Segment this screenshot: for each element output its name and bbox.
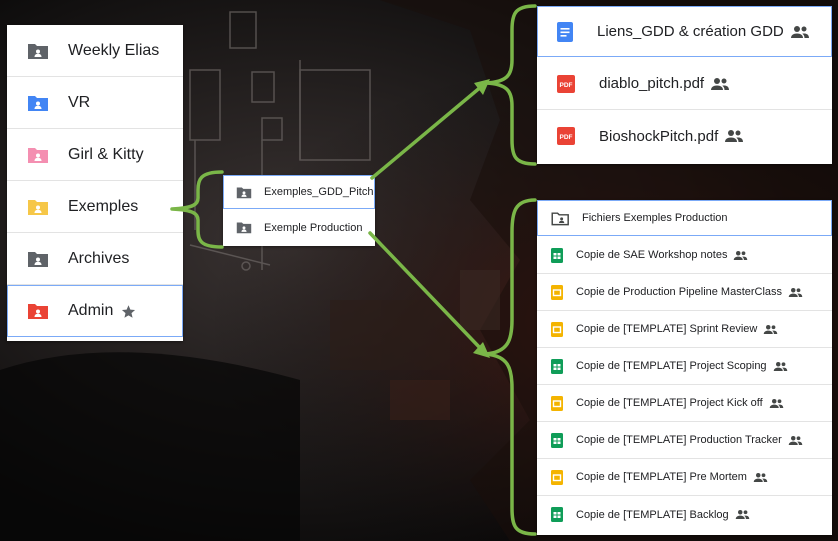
folder-label: Exemple Production bbox=[264, 221, 363, 234]
file-label: BioshockPitch.pdf bbox=[599, 127, 719, 145]
production-files-panel: Fichiers Exemples Production Copie de SA… bbox=[537, 200, 832, 535]
shared-people-icon bbox=[763, 324, 778, 335]
folder-fichiers-exemples-production[interactable]: Fichiers Exemples Production bbox=[537, 200, 832, 237]
shared-folder-icon bbox=[27, 42, 49, 60]
file-label: Copie de SAE Workshop notes bbox=[576, 249, 728, 261]
shared-folder-outline-icon bbox=[551, 211, 569, 226]
gdd-pitch-files-panel: Liens_GDD & création GDD PDF diablo_pitc… bbox=[537, 6, 832, 164]
pdf-icon: PDF bbox=[557, 127, 575, 145]
google-slides-icon bbox=[551, 395, 563, 411]
shared-folder-icon bbox=[27, 146, 49, 164]
file-label: Liens_GDD & création GDD bbox=[597, 23, 784, 40]
star-icon bbox=[121, 304, 136, 319]
file-label: Copie de [TEMPLATE] Sprint Review bbox=[576, 323, 758, 335]
folder-admin[interactable]: Admin bbox=[7, 285, 183, 337]
file-label: Copie de [TEMPLATE] Production Tracker bbox=[576, 434, 782, 446]
folder-weekly-elias[interactable]: Weekly Elias bbox=[7, 25, 183, 77]
file-sae-workshop-notes[interactable]: Copie de SAE Workshop notes bbox=[537, 237, 832, 274]
file-production-pipeline-masterclass[interactable]: Copie de Production Pipeline MasterClass bbox=[537, 274, 832, 311]
shared-folder-icon bbox=[27, 94, 49, 112]
shared-people-icon bbox=[753, 472, 768, 483]
file-backlog[interactable]: Copie de [TEMPLATE] Backlog bbox=[537, 496, 832, 533]
file-label: Copie de [TEMPLATE] Backlog bbox=[576, 508, 729, 521]
shared-people-icon bbox=[735, 509, 750, 520]
shared-people-icon bbox=[788, 287, 803, 298]
svg-text:PDF: PDF bbox=[560, 82, 573, 89]
folder-label: Exemples_GDD_Pitch bbox=[264, 186, 374, 198]
google-sheets-icon bbox=[551, 247, 563, 263]
file-bioshock-pitch[interactable]: PDF BioshockPitch.pdf bbox=[537, 110, 832, 162]
subfolders-panel: Exemples_GDD_Pitch Exemple Production bbox=[223, 175, 375, 246]
folder-label: Girl & Kitty bbox=[68, 145, 144, 163]
folder-label: Exemples bbox=[68, 197, 139, 215]
folder-label: Admin bbox=[68, 302, 114, 319]
folder-vr[interactable]: VR bbox=[7, 77, 183, 129]
shared-people-icon bbox=[773, 361, 788, 372]
folder-label: Weekly Elias bbox=[68, 41, 160, 59]
google-slides-icon bbox=[551, 469, 563, 485]
file-project-kick-off[interactable]: Copie de [TEMPLATE] Project Kick off bbox=[537, 385, 832, 422]
file-label: diablo_pitch.pdf bbox=[599, 75, 705, 92]
file-label: Copie de [TEMPLATE] Project Scoping bbox=[576, 360, 767, 372]
folder-girl-kitty[interactable]: Girl & Kitty bbox=[7, 129, 183, 181]
folder-label: VR bbox=[68, 93, 91, 111]
shared-folder-icon bbox=[236, 221, 252, 234]
folder-label: Archives bbox=[68, 249, 130, 267]
shared-people-icon bbox=[788, 435, 803, 446]
file-label: Copie de [TEMPLATE] Project Kick off bbox=[576, 397, 763, 409]
google-slides-icon bbox=[551, 284, 563, 300]
folder-archives[interactable]: Archives bbox=[7, 233, 183, 285]
shared-people-icon bbox=[790, 25, 810, 39]
svg-text:PDF: PDF bbox=[560, 134, 573, 141]
file-pre-mortem[interactable]: Copie de [TEMPLATE] Pre Mortem bbox=[537, 459, 832, 496]
file-label: Copie de Production Pipeline MasterClass bbox=[576, 286, 783, 298]
shared-people-icon bbox=[710, 77, 730, 91]
file-production-tracker[interactable]: Copie de [TEMPLATE] Production Tracker bbox=[537, 422, 832, 459]
folders-panel: Weekly Elias VR Girl & Kitty Exemples Ar… bbox=[7, 25, 183, 341]
folder-exemples[interactable]: Exemples bbox=[7, 181, 183, 233]
file-sprint-review[interactable]: Copie de [TEMPLATE] Sprint Review bbox=[537, 311, 832, 348]
shared-folder-icon bbox=[27, 250, 49, 268]
shared-folder-icon bbox=[27, 198, 49, 216]
google-docs-icon bbox=[557, 21, 573, 42]
folder-exemples-gdd-pitch[interactable]: Exemples_GDD_Pitch bbox=[223, 175, 375, 210]
file-diablo-pitch[interactable]: PDF diablo_pitch.pdf bbox=[537, 58, 832, 110]
shared-people-icon bbox=[733, 250, 748, 261]
google-slides-icon bbox=[551, 321, 563, 337]
google-sheets-icon bbox=[551, 507, 563, 522]
shared-folder-icon bbox=[236, 186, 252, 199]
file-project-scoping[interactable]: Copie de [TEMPLATE] Project Scoping bbox=[537, 348, 832, 385]
file-label: Copie de [TEMPLATE] Pre Mortem bbox=[576, 471, 747, 483]
google-sheets-icon bbox=[551, 358, 563, 374]
folder-exemple-production[interactable]: Exemple Production bbox=[223, 210, 375, 245]
shared-people-icon bbox=[769, 398, 784, 409]
shared-people-icon bbox=[724, 129, 744, 143]
file-liens-gdd[interactable]: Liens_GDD & création GDD bbox=[537, 6, 832, 58]
shared-folder-icon bbox=[27, 302, 49, 320]
pdf-icon: PDF bbox=[557, 74, 575, 93]
google-sheets-icon bbox=[551, 432, 563, 448]
file-label: Fichiers Exemples Production bbox=[582, 212, 728, 224]
